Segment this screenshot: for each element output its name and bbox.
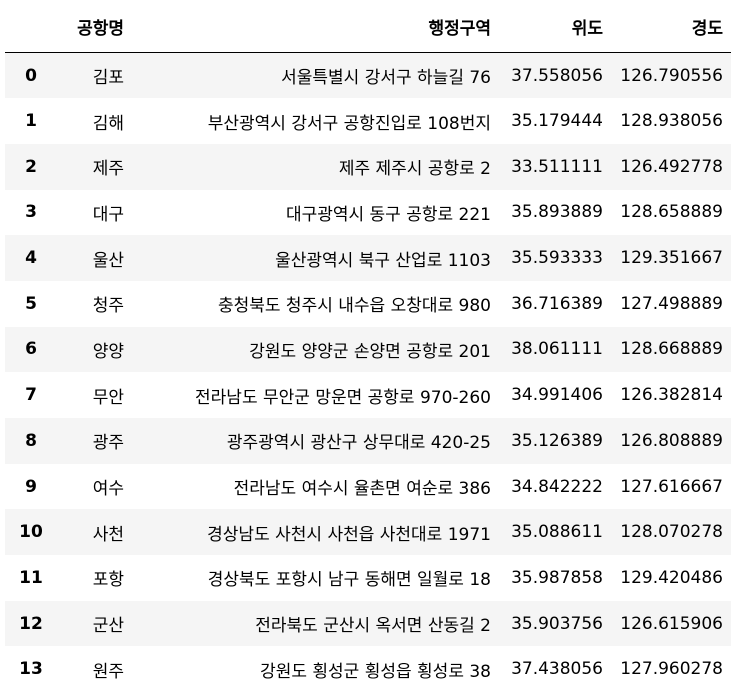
table-row: 9 여수 전라남도 여수시 율촌면 여순로 386 34.842222 127.6166… (5, 463, 731, 510)
table-row: 6 양양 강원도 양양군 손양면 공항로 201 38.061111 128.66888… (5, 326, 731, 373)
address-cell: 충청북도 청주시 내수읍 오창대로 980 (217, 296, 491, 317)
row-index: 4 (25, 248, 37, 269)
row-index: 10 (19, 522, 43, 543)
airport-name-cell: 대구 (92, 204, 124, 225)
longitude-cell: 129.351667 (620, 248, 723, 269)
longitude-cell: 126.382814 (620, 385, 723, 406)
table-row: 7 무안 전라남도 무안군 망운면 공항로 970-260 34.991406 126.… (5, 372, 731, 418)
airport-name-cell: 울산 (92, 250, 124, 271)
row-index: 1 (25, 111, 37, 132)
latitude-cell: 35.893889 (511, 202, 603, 223)
latitude-cell: 35.126389 (511, 430, 603, 451)
longitude-cell: 127.616667 (620, 476, 723, 497)
latitude-cell: 37.438056 (511, 659, 603, 680)
header-airport-name: 공항명 (57, 0, 132, 53)
latitude-cell: 38.061111 (511, 339, 603, 360)
table-row: 10 사천 경상남도 사천시 사천읍 사천대로 1971 35.088611 128.0… (5, 509, 731, 556)
table-row: 0 김포 서울특별시 강서구 하늘길 76 37.558056 126.790556 (5, 52, 731, 99)
address-cell: 전라남도 여수시 율촌면 여순로 386 (233, 479, 491, 500)
longitude-cell: 129.420486 (620, 567, 723, 588)
row-index: 8 (25, 430, 37, 451)
table-row: 5 청주 충청북도 청주시 내수읍 오창대로 980 36.716389 127.498… (5, 280, 731, 327)
table-body: 0 김포 서울특별시 강서구 하늘길 76 37.558056 126.790556 1 김… (5, 52, 731, 692)
latitude-cell: 35.179444 (511, 111, 603, 132)
longitude-cell: 128.938056 (620, 111, 723, 132)
latitude-cell: 35.088611 (511, 522, 603, 543)
dataframe-table: 공항명 행정구역 위도 경도 0 김포 서울특별시 강서구 하늘길 76 37.558… (5, 0, 731, 692)
table-row: 8 광주 광주광역시 광산구 상무대로 420-25 35.126389 126.808… (5, 418, 731, 464)
row-index: 3 (25, 202, 37, 223)
header-administrative-region: 행정구역 (132, 0, 499, 53)
table-row: 4 울산 울산광역시 북구 산업로 1103 35.593333 129.351667 (5, 235, 731, 281)
address-cell: 전라남도 무안군 망운면 공항로 970-260 (195, 387, 491, 408)
airport-name-cell: 여수 (92, 479, 124, 500)
airport-name-cell: 군산 (92, 616, 124, 637)
latitude-cell: 35.987858 (511, 567, 603, 588)
airport-name-cell: 제주 (92, 159, 124, 180)
address-cell: 강원도 양양군 손양면 공항로 201 (249, 341, 491, 362)
airport-name-cell: 광주 (92, 433, 124, 454)
address-cell: 광주광역시 광산구 상무대로 420-25 (226, 433, 491, 454)
airport-name-cell: 김포 (92, 68, 124, 89)
airport-name-cell: 포항 (92, 570, 124, 591)
longitude-cell: 127.498889 (620, 293, 723, 314)
airport-name-cell: 청주 (92, 296, 124, 317)
row-index: 9 (25, 476, 37, 497)
row-index: 5 (25, 293, 37, 314)
table-row: 12 군산 전라북도 군산시 옥서면 산동길 2 35.903756 126.61590… (5, 600, 731, 647)
latitude-cell: 34.991406 (511, 385, 603, 406)
row-index: 7 (25, 385, 37, 406)
header-latitude: 위도 (499, 0, 611, 53)
table-row: 13 원주 강원도 횡성군 횡성읍 횡성로 38 37.438056 127.96027… (5, 646, 731, 692)
table-row: 3 대구 대구광역시 동구 공항로 221 35.893889 128.658889 (5, 189, 731, 236)
longitude-cell: 127.960278 (620, 659, 723, 680)
table-row: 2 제주 제주 제주시 공항로 2 33.511111 126.492778 (5, 143, 731, 190)
latitude-cell: 35.593333 (511, 248, 603, 269)
row-index: 11 (19, 567, 43, 588)
longitude-cell: 126.615906 (620, 613, 723, 634)
table-header: 공항명 행정구역 위도 경도 (5, 0, 731, 53)
row-index: 6 (25, 339, 37, 360)
airport-name-cell: 원주 (92, 661, 124, 682)
latitude-cell: 33.511111 (511, 156, 603, 177)
address-cell: 부산광역시 강서구 공항진입로 108번지 (207, 113, 491, 134)
address-cell: 제주 제주시 공항로 2 (338, 159, 491, 180)
address-cell: 전라북도 군산시 옥서면 산동길 2 (255, 616, 491, 637)
airport-name-cell: 무안 (92, 387, 124, 408)
table-row: 11 포항 경상북도 포항시 남구 동해면 일월로 18 35.987858 129.4… (5, 555, 731, 601)
longitude-cell: 126.492778 (620, 156, 723, 177)
table-row: 1 김해 부산광역시 강서구 공항진입로 108번지 35.179444 128.938… (5, 98, 731, 144)
longitude-cell: 128.070278 (620, 522, 723, 543)
latitude-cell: 35.903756 (511, 613, 603, 634)
address-cell: 강원도 횡성군 횡성읍 횡성로 38 (260, 661, 491, 682)
header-longitude: 경도 (611, 0, 731, 53)
address-cell: 서울특별시 강서구 하늘길 76 (281, 68, 491, 89)
longitude-cell: 126.790556 (620, 65, 723, 86)
airport-name-cell: 김해 (92, 113, 124, 134)
latitude-cell: 34.842222 (511, 476, 603, 497)
row-index: 2 (25, 156, 37, 177)
address-cell: 경상북도 포항시 남구 동해면 일월로 18 (207, 570, 491, 591)
address-cell: 울산광역시 북구 산업로 1103 (275, 250, 491, 271)
longitude-cell: 128.658889 (620, 202, 723, 223)
longitude-cell: 128.668889 (620, 339, 723, 360)
row-index: 0 (25, 65, 37, 86)
header-row: 공항명 행정구역 위도 경도 (5, 0, 731, 53)
address-cell: 경상남도 사천시 사천읍 사천대로 1971 (207, 524, 491, 545)
header-index (5, 0, 57, 53)
latitude-cell: 37.558056 (511, 65, 603, 86)
row-index: 13 (19, 659, 43, 680)
longitude-cell: 126.808889 (620, 430, 723, 451)
latitude-cell: 36.716389 (511, 293, 603, 314)
address-cell: 대구광역시 동구 공항로 221 (285, 204, 491, 225)
airport-name-cell: 양양 (92, 341, 124, 362)
airport-name-cell: 사천 (92, 524, 124, 545)
row-index: 12 (19, 613, 43, 634)
